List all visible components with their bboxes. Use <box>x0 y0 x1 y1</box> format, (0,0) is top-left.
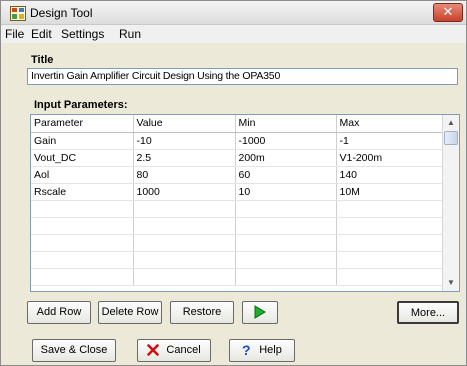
run-button[interactable] <box>242 301 278 324</box>
cell-min[interactable]: -1000 <box>235 132 337 150</box>
cell-empty[interactable] <box>31 251 134 269</box>
table-header-row: Parameter Value Min Max <box>31 115 444 133</box>
cell-empty[interactable] <box>133 217 236 235</box>
input-parameters-label: Input Parameters: <box>34 99 128 111</box>
cell-max[interactable]: -1 <box>336 132 444 150</box>
design-tool-icon <box>10 6 26 21</box>
close-icon: ✕ <box>442 4 454 19</box>
cell-parameter[interactable]: Gain <box>31 132 134 150</box>
cell-max[interactable]: 10M <box>336 183 444 201</box>
title-bar[interactable]: Design Tool ✕ <box>1 1 466 25</box>
cell-value[interactable]: 2.5 <box>133 149 236 167</box>
red-x-icon <box>147 344 160 356</box>
column-header-value[interactable]: Value <box>133 115 236 133</box>
window-title: Design Tool <box>30 6 93 20</box>
cell-empty[interactable] <box>235 251 337 269</box>
cell-empty[interactable] <box>336 234 444 252</box>
cell-empty[interactable] <box>31 217 134 235</box>
menu-edit[interactable]: Edit <box>31 27 52 41</box>
title-label: Title <box>31 54 54 66</box>
menu-settings[interactable]: Settings <box>61 27 104 41</box>
cell-parameter[interactable]: Vout_DC <box>31 149 134 167</box>
cell-max[interactable]: 140 <box>336 166 444 184</box>
cell-min[interactable]: 10 <box>235 183 337 201</box>
menu-run[interactable]: Run <box>119 27 141 41</box>
cell-min[interactable]: 60 <box>235 166 337 184</box>
cell-parameter[interactable]: Aol <box>31 166 134 184</box>
cell-empty[interactable] <box>31 200 134 218</box>
cell-empty[interactable] <box>235 217 337 235</box>
cell-empty[interactable] <box>235 234 337 252</box>
help-button[interactable]: ? Help <box>229 339 295 362</box>
cell-value[interactable]: -10 <box>133 132 236 150</box>
menu-bar: File Edit Settings Run <box>1 25 466 43</box>
cell-empty[interactable] <box>31 268 134 286</box>
restore-button[interactable]: Restore <box>170 301 234 324</box>
save-close-label: Save & Close <box>40 344 108 357</box>
cell-empty[interactable] <box>133 268 236 286</box>
cell-value[interactable]: 80 <box>133 166 236 184</box>
column-header-max[interactable]: Max <box>336 115 444 133</box>
cell-empty[interactable] <box>133 234 236 252</box>
table-row[interactable]: Gain -10 -1000 -1 <box>31 132 444 150</box>
cancel-button[interactable]: Cancel <box>137 339 211 362</box>
cell-empty[interactable] <box>336 200 444 218</box>
table-row[interactable]: Rscale 1000 10 10M <box>31 183 444 201</box>
table-row-empty[interactable] <box>31 234 444 252</box>
title-field[interactable]: Invertin Gain Amplifier Circuit Design U… <box>27 68 458 85</box>
parameters-table: Parameter Value Min Max Gain -10 -1000 -… <box>31 115 444 286</box>
design-tool-window: Design Tool ✕ File Edit Settings Run Tit… <box>0 0 467 366</box>
table-row-empty[interactable] <box>31 200 444 218</box>
parameters-grid[interactable]: Parameter Value Min Max Gain -10 -1000 -… <box>30 114 460 292</box>
scrollbar-thumb[interactable] <box>444 131 458 145</box>
restore-label: Restore <box>182 306 222 319</box>
more-button[interactable]: More... <box>397 301 459 324</box>
add-row-label: Add Row <box>36 306 82 319</box>
cell-empty[interactable] <box>31 234 134 252</box>
cell-empty[interactable] <box>235 200 337 218</box>
cell-empty[interactable] <box>133 251 236 269</box>
delete-row-label: Delete Row <box>101 306 159 319</box>
cell-min[interactable]: 200m <box>235 149 337 167</box>
cell-empty[interactable] <box>235 268 337 286</box>
cell-max[interactable]: V1-200m <box>336 149 444 167</box>
save-close-button[interactable]: Save & Close <box>32 339 116 362</box>
cell-empty[interactable] <box>336 217 444 235</box>
cell-value[interactable]: 1000 <box>133 183 236 201</box>
table-row[interactable]: Aol 80 60 140 <box>31 166 444 184</box>
table-row-empty[interactable] <box>31 268 444 286</box>
column-header-min[interactable]: Min <box>235 115 337 133</box>
cancel-label: Cancel <box>166 344 201 357</box>
table-row-empty[interactable] <box>31 251 444 269</box>
close-button[interactable]: ✕ <box>433 3 463 22</box>
column-header-parameter[interactable]: Parameter <box>31 115 134 133</box>
add-row-button[interactable]: Add Row <box>27 301 91 324</box>
cell-empty[interactable] <box>336 251 444 269</box>
scroll-down-icon[interactable]: ▼ <box>443 275 459 291</box>
play-arrow-icon <box>254 305 266 319</box>
cell-empty[interactable] <box>133 200 236 218</box>
delete-row-button[interactable]: Delete Row <box>98 301 162 324</box>
cell-empty[interactable] <box>336 268 444 286</box>
scroll-up-icon[interactable]: ▲ <box>443 115 459 131</box>
table-row-empty[interactable] <box>31 217 444 235</box>
help-label: Help <box>259 344 282 357</box>
table-row[interactable]: Vout_DC 2.5 200m V1-200m <box>31 149 444 167</box>
menu-file[interactable]: File <box>5 27 24 41</box>
more-label: More... <box>410 307 446 320</box>
cell-parameter[interactable]: Rscale <box>31 183 134 201</box>
grid-vertical-scrollbar[interactable]: ▲ ▼ <box>442 115 459 291</box>
question-mark-icon: ? <box>242 343 251 357</box>
svg-text:?: ? <box>242 343 251 357</box>
